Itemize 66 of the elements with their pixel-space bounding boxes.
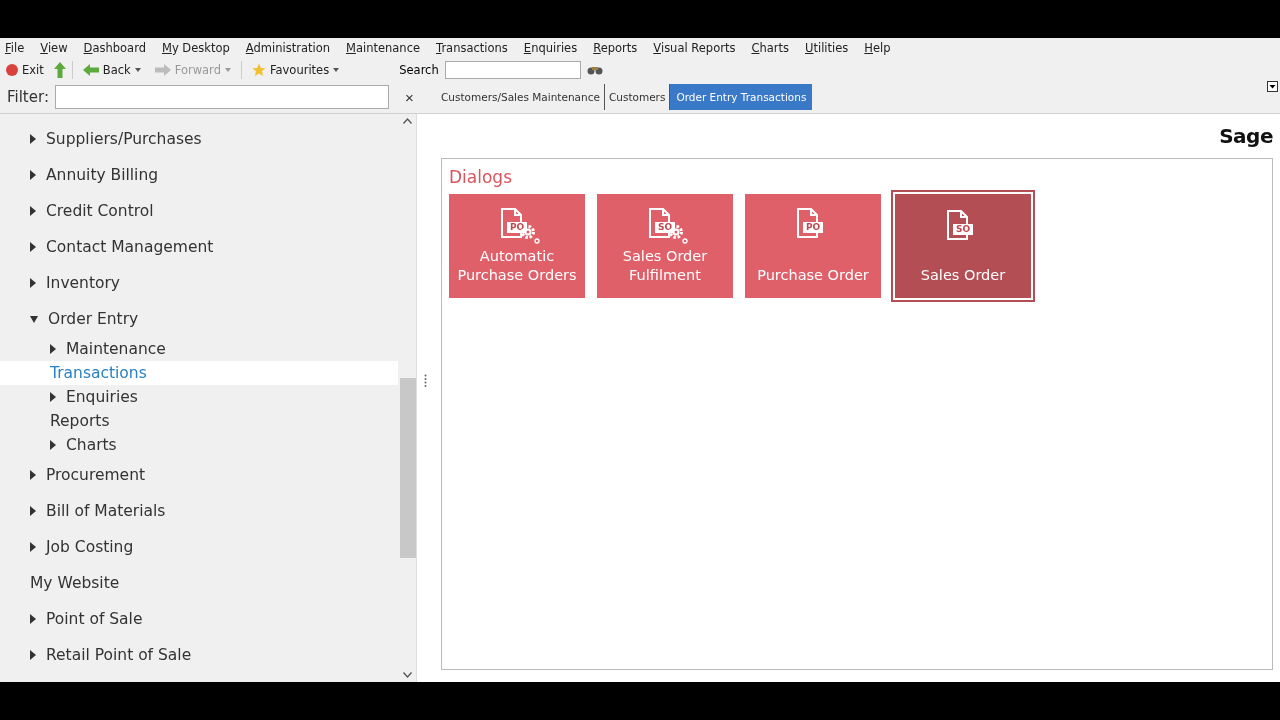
document-icon bbox=[946, 210, 968, 240]
document-icon bbox=[648, 208, 670, 238]
scroll-down-icon[interactable] bbox=[402, 672, 412, 678]
menu-item[interactable]: Charts bbox=[751, 41, 790, 59]
menu-item[interactable]: Transactions bbox=[436, 41, 508, 59]
menu-item[interactable]: View bbox=[40, 41, 68, 59]
menu-item[interactable]: Utilities bbox=[805, 41, 849, 59]
menu-item[interactable]: My Desktop bbox=[161, 41, 230, 59]
menu-item[interactable]: Administration bbox=[245, 41, 330, 59]
tree-item[interactable]: Order Entry bbox=[0, 301, 398, 337]
tree-item[interactable]: Maintenance bbox=[0, 337, 398, 361]
menu-item[interactable]: Visual Reports bbox=[653, 41, 736, 59]
menu-item[interactable]: File bbox=[5, 41, 25, 59]
menu-item[interactable]: Enquiries bbox=[523, 41, 578, 59]
dialog-tile[interactable]: SO Sales Order Fulfilment bbox=[597, 194, 733, 298]
splitter-handle[interactable] bbox=[423, 374, 427, 387]
document-badge: PO bbox=[803, 222, 824, 233]
menu-item[interactable]: Maintenance bbox=[345, 41, 421, 59]
tree-item[interactable]: Reports bbox=[0, 409, 398, 433]
tree-item[interactable]: Retail Point of Sale bbox=[0, 637, 398, 673]
back-arrow-icon bbox=[82, 64, 99, 76]
tree-item[interactable]: Contact Management bbox=[0, 229, 398, 265]
tree-item[interactable]: Inventory bbox=[0, 265, 398, 301]
dropdown-icon[interactable] bbox=[1267, 81, 1278, 92]
tree-item[interactable]: Suppliers/Purchases bbox=[0, 121, 398, 157]
tree-item[interactable]: Bill of Materials bbox=[0, 493, 398, 529]
document-badge: SO bbox=[655, 222, 676, 233]
menu-item[interactable]: Help bbox=[864, 41, 891, 59]
caret-icon bbox=[224, 68, 231, 72]
tree-item[interactable]: Charts bbox=[0, 433, 398, 457]
document-badge: PO bbox=[507, 222, 528, 233]
tree-item[interactable]: Procurement bbox=[0, 457, 398, 493]
favourites-button[interactable]: Favourites bbox=[247, 63, 344, 77]
tab[interactable]: Order Entry Transactions bbox=[670, 84, 813, 110]
exit-button[interactable]: Exit bbox=[2, 63, 48, 77]
search-label: Search bbox=[399, 63, 439, 77]
tree-item[interactable]: Transactions bbox=[0, 361, 398, 385]
search-field[interactable] bbox=[444, 61, 581, 79]
scroll-up-icon[interactable] bbox=[402, 118, 412, 124]
tree-item[interactable]: Job Costing bbox=[0, 529, 398, 565]
tree-item[interactable]: Credit Control bbox=[0, 193, 398, 229]
back-button[interactable]: Back bbox=[78, 63, 145, 77]
forward-arrow-icon bbox=[154, 64, 171, 76]
document-badge: SO bbox=[953, 224, 974, 235]
tree-item[interactable]: Annuity Billing bbox=[0, 157, 398, 193]
logo: Sage bbox=[1219, 124, 1273, 148]
up-arrow-icon[interactable] bbox=[53, 62, 66, 78]
document-icon bbox=[796, 208, 818, 238]
dialog-tile[interactable]: PO Purchase Order bbox=[745, 194, 881, 298]
dialog-tile[interactable]: PO Automatic Purchase Orders bbox=[449, 194, 585, 298]
tree-item[interactable]: Point of Sale bbox=[0, 601, 398, 637]
caret-icon bbox=[333, 68, 340, 72]
dialog-tile[interactable]: SO Sales Order bbox=[893, 192, 1033, 300]
binoculars-icon[interactable] bbox=[586, 65, 603, 75]
filter-field[interactable] bbox=[54, 85, 389, 109]
tree-item[interactable]: My Website bbox=[0, 565, 398, 601]
menu-item[interactable]: Dashboard bbox=[83, 41, 146, 59]
scrollbar-thumb[interactable] bbox=[399, 378, 416, 558]
document-icon bbox=[500, 208, 522, 238]
star-icon bbox=[251, 63, 266, 77]
clear-button[interactable]: × bbox=[400, 88, 418, 106]
filter-label: Filter: bbox=[7, 88, 49, 106]
menu-item[interactable]: Reports bbox=[593, 41, 638, 59]
tree-item[interactable]: Enquiries bbox=[0, 385, 398, 409]
caret-icon bbox=[134, 68, 141, 72]
panel-title: Dialogs bbox=[449, 167, 513, 187]
